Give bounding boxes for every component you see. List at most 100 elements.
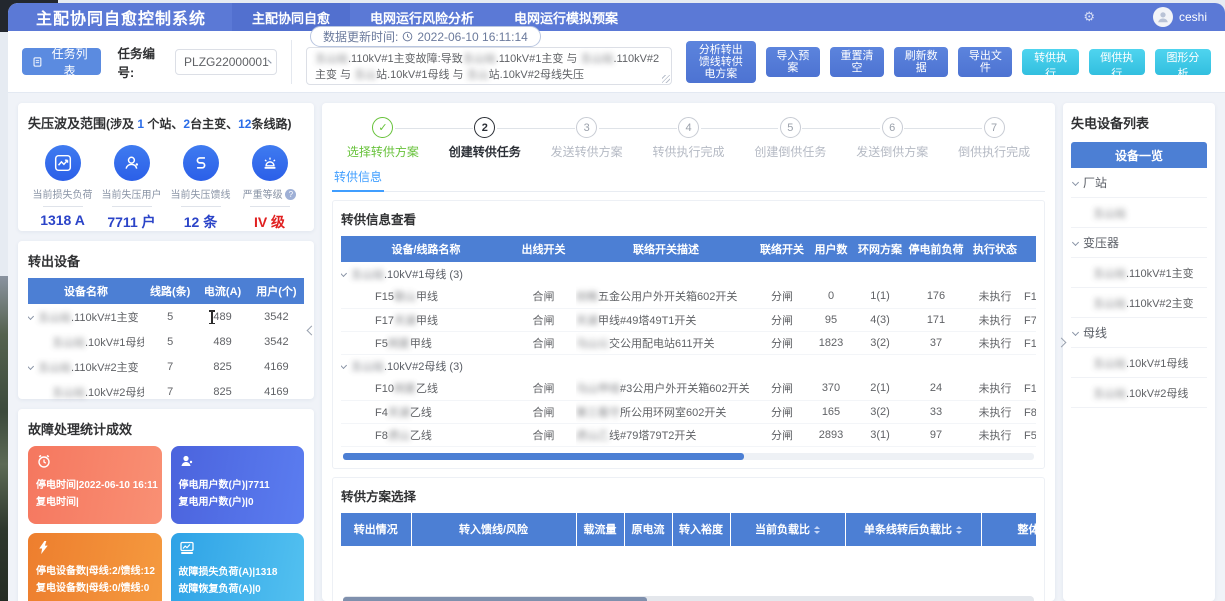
masked-text: 天湖 xyxy=(388,407,410,419)
current-value: 489 xyxy=(196,329,248,354)
table-row[interactable]: 五山站.110kV#2主变 7 825 4169 xyxy=(28,354,304,379)
sort-icon[interactable] xyxy=(956,523,962,537)
table-row[interactable]: F10网夏乙线 合闸 马山甲线#3公用户外开关箱602开关 分闸 370 2(1… xyxy=(341,377,1036,400)
graphic-analysis-button[interactable]: 图形分析 xyxy=(1155,49,1211,75)
masked-text: 网夏 xyxy=(388,338,410,350)
table-row[interactable]: F5网夏甲线 合闸 马山公交公用配电站611开关 分闸 1823 3(2) 37… xyxy=(341,331,1036,354)
scrollbar-thumb[interactable] xyxy=(343,453,744,460)
user-menu[interactable]: ceshi xyxy=(1153,7,1207,27)
chevron-down-icon[interactable] xyxy=(341,362,347,369)
tab-transfer-info[interactable]: 转供信息 xyxy=(332,164,384,191)
feeder-name: F17 xyxy=(375,315,394,327)
help-icon[interactable]: ? xyxy=(285,189,296,200)
chevron-down-icon[interactable] xyxy=(28,312,34,319)
table-row[interactable]: 五山站.10kV#1母线 5 489 3542 xyxy=(28,329,304,354)
gear-icon[interactable]: ⚙ xyxy=(1083,9,1095,25)
tree-item-station[interactable]: 五山站 xyxy=(1071,198,1207,228)
outage-devices: 停电设备数|母线:2/馈线:12 xyxy=(36,563,154,580)
table-row[interactable]: F17天湖甲线 合闸 天湖甲线#49塔49T1开关 分闸 95 4(3) 171… xyxy=(341,308,1036,331)
col-overall-load-ratio[interactable]: 整体执行负载比 xyxy=(981,513,1036,546)
lines-value: 5 xyxy=(144,329,196,354)
tree-item-bus-2[interactable]: 五山站.10kV#2母线 xyxy=(1071,378,1207,408)
step-label: 发送转供方案 xyxy=(536,143,638,160)
table-row[interactable]: F4天湖乙线 合闸 第三看守所公用环网室602开关 分闸 165 3(2) 33… xyxy=(341,400,1036,423)
target-feeder: F19马 xyxy=(1024,377,1036,400)
group-label: .10kV#2母线 (3) xyxy=(384,361,463,373)
step-create-reverse-task[interactable]: 5 创建倒供任务 xyxy=(739,117,841,160)
stat-divider xyxy=(112,206,152,207)
lines-value: 7 xyxy=(144,354,196,379)
stat-lost-load: 当前损失负荷 1318 A xyxy=(28,145,97,232)
user-count: 370 xyxy=(808,377,854,400)
masked-text: 创格 xyxy=(576,291,598,303)
outgoing-switch: 合闸 xyxy=(511,285,576,308)
tree-item-transformer-2[interactable]: 五山站.110kV#2主变 xyxy=(1071,288,1207,318)
tie-switch: 分闸 xyxy=(756,377,808,400)
feeder-name: F15 xyxy=(375,291,394,303)
expand-table-handle[interactable] xyxy=(1058,333,1065,351)
right-sidebar: 失电设备列表 设备一览 厂站 五山站 变压器 五山站.110kV#1主变 五山站… xyxy=(1063,103,1215,601)
step-number: 5 xyxy=(780,117,801,138)
tree-section-buses[interactable]: 母线 xyxy=(1071,318,1207,348)
table-row[interactable]: 五山站.10kV#2母线 7 825 4169 xyxy=(28,379,304,404)
task-list-button[interactable]: 任务列表 xyxy=(22,48,101,75)
step-label: 创建转供任务 xyxy=(434,143,536,160)
analyze-transfer-plan-button[interactable]: 分析转出馈线转供电方案 xyxy=(686,41,756,83)
horizontal-scrollbar-bottom[interactable] xyxy=(343,596,1034,601)
step-select-plan[interactable]: ✓ 选择转供方案 xyxy=(332,117,434,160)
pre-outage-load: 37 xyxy=(906,331,966,354)
impact-subtitle: (涉及 1 个站、2台主变、12条线路) xyxy=(106,117,291,131)
step-send-reverse-plan[interactable]: 6 发送倒供方案 xyxy=(841,117,943,160)
step-create-task[interactable]: 2 创建转供任务 xyxy=(434,117,536,160)
outage-time-card: 停电时间|2022-06-10 16:11 复电时间| xyxy=(28,446,162,524)
fault-description-input[interactable]: 五山站.110kV#1主变故障:导致五山站.110kV#1主变 与 五山站.11… xyxy=(306,47,672,85)
restore-time: 复电时间| xyxy=(36,494,154,511)
scrollbar-thumb[interactable] xyxy=(343,597,647,601)
reset-clear-button[interactable]: 重置清空 xyxy=(830,47,884,77)
import-plan-button[interactable]: 导入预案 xyxy=(766,47,820,77)
exec-status: 未执行 xyxy=(966,308,1024,331)
impact-sub-text: 条线路) xyxy=(251,117,291,131)
transfer-plan-select-title: 转供方案选择 xyxy=(341,486,1036,505)
col-single-line-load-ratio[interactable]: 单条线转后负载比 xyxy=(845,513,981,546)
step-send-plan[interactable]: 3 发送转供方案 xyxy=(536,117,638,160)
fault-text: .110kV#1主变故障:导致 xyxy=(348,53,463,65)
collapse-left-panel-handle[interactable] xyxy=(308,321,315,339)
masked-station-name: 五山站 xyxy=(38,362,71,374)
ring-plan: 3(1) xyxy=(854,423,906,446)
alarm-icon xyxy=(252,145,288,181)
outgoing-switch: 合闸 xyxy=(511,400,576,423)
reverse-supply-execute-button[interactable]: 倒供执行 xyxy=(1089,49,1145,75)
table-row[interactable]: F8虎山乙线 合闸 虎山乙线#79塔79T2开关 分闸 2893 3(1) 97… xyxy=(341,423,1036,446)
table-row[interactable]: 五山站.110kV#1主变 5 489 3542 xyxy=(28,304,304,329)
tie-switch-desc: 甲线#49塔49T1开关 xyxy=(598,315,696,327)
col-current-load-ratio[interactable]: 当前负载比 xyxy=(730,513,845,546)
task-no-select[interactable]: PLZG22000001 xyxy=(175,49,277,75)
users-value: 4169 xyxy=(249,379,304,404)
tree-item-transformer-1[interactable]: 五山站.110kV#1主变 xyxy=(1071,258,1207,288)
alarm-clock-icon xyxy=(36,453,52,469)
group-row-bus2[interactable]: 五山站.10kV#2母线 (3) xyxy=(341,354,1036,377)
tree-section-transformers[interactable]: 变压器 xyxy=(1071,228,1207,258)
table-row[interactable]: F15联山甲线 合闸 创格五金公用户外开关箱602开关 分闸 0 1(1) 17… xyxy=(341,285,1036,308)
chevron-down-icon[interactable] xyxy=(28,362,34,369)
sort-icon[interactable] xyxy=(814,523,820,537)
current-value: 825 xyxy=(196,354,248,379)
transfer-execute-button[interactable]: 转供执行 xyxy=(1022,49,1078,75)
horizontal-scrollbar[interactable] xyxy=(343,453,1034,460)
group-row-bus1[interactable]: 五山站.10kV#1母线 (3) xyxy=(341,262,1036,285)
chevron-down-icon[interactable] xyxy=(341,269,347,276)
tree-section-stations[interactable]: 厂站 xyxy=(1071,168,1207,198)
step-label: 选择转供方案 xyxy=(332,143,434,160)
refresh-data-button[interactable]: 刷新数据 xyxy=(894,47,948,77)
tree-item-bus-1[interactable]: 五山站.10kV#1母线 xyxy=(1071,348,1207,378)
stat-label: 当前损失负荷 xyxy=(28,186,97,201)
masked-station-name: 五山站 xyxy=(38,312,71,324)
masked-text: 天湖 xyxy=(394,315,416,327)
step-number: 4 xyxy=(678,117,699,138)
restored-users: 复电用户数(户)|0 xyxy=(179,494,297,511)
export-file-button[interactable]: 导出文件 xyxy=(958,47,1012,77)
step-reverse-done[interactable]: 7 倒供执行完成 xyxy=(943,117,1045,160)
masked-station-name: 五山站 xyxy=(52,387,85,399)
step-transfer-done[interactable]: 4 转供执行完成 xyxy=(638,117,740,160)
